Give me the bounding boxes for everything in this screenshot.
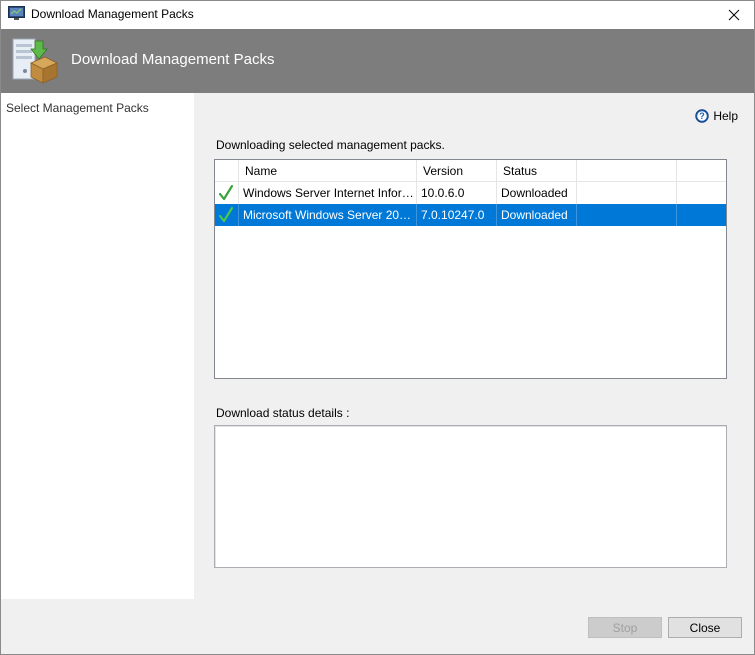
green-checkmark-icon (218, 184, 234, 201)
wizard-sidebar: Select Management Packs (1, 93, 194, 599)
close-window-button[interactable] (714, 1, 754, 29)
close-icon (728, 9, 740, 21)
row-version: 7.0.10247.0 (417, 204, 497, 226)
download-status-details-label: Download status details : (216, 406, 350, 420)
close-button[interactable]: Close (668, 617, 742, 638)
title-bar: Download Management Packs (1, 1, 754, 29)
column-header-empty-2[interactable] (677, 160, 726, 182)
column-header-check[interactable] (215, 160, 239, 182)
row-name: Windows Server Internet Informati... (239, 182, 417, 204)
help-link[interactable]: ? Help (695, 109, 738, 123)
column-header-empty-1[interactable] (577, 160, 677, 182)
header-banner: Download Management Packs (1, 29, 754, 93)
management-packs-list[interactable]: Name Version Status Windows Server Inter… (214, 159, 727, 379)
help-circle-icon: ? (695, 109, 710, 123)
row-status: Downloaded (497, 204, 577, 226)
app-monitor-icon (8, 6, 25, 20)
column-header-version[interactable]: Version (417, 160, 497, 182)
table-row-selected[interactable]: Microsoft Windows Server 2012 In... 7.0.… (215, 204, 726, 226)
dialog-window: Download Management Packs Download Manag… (0, 0, 755, 655)
list-header: Name Version Status (215, 160, 726, 182)
intro-text: Downloading selected management packs. (216, 138, 445, 152)
svg-text:?: ? (700, 111, 706, 121)
banner-title: Download Management Packs (71, 51, 275, 68)
download-status-details-box[interactable] (214, 425, 727, 568)
row-name: Microsoft Windows Server 2012 In... (239, 204, 417, 226)
column-header-name[interactable]: Name (239, 160, 417, 182)
table-row[interactable]: Windows Server Internet Informati... 10.… (215, 182, 726, 204)
management-pack-download-icon (12, 38, 58, 84)
main-content: ? Help Downloading selected management p… (194, 93, 754, 599)
row-status: Downloaded (497, 182, 577, 204)
window-title: Download Management Packs (31, 7, 194, 21)
dialog-footer: Stop Close (1, 599, 754, 654)
stop-button[interactable]: Stop (588, 617, 662, 638)
sidebar-step-select-management-packs[interactable]: Select Management Packs (6, 101, 149, 115)
row-version: 10.0.6.0 (417, 182, 497, 204)
help-label: Help (713, 109, 738, 123)
green-checkmark-icon (218, 206, 234, 223)
column-header-status[interactable]: Status (497, 160, 577, 182)
